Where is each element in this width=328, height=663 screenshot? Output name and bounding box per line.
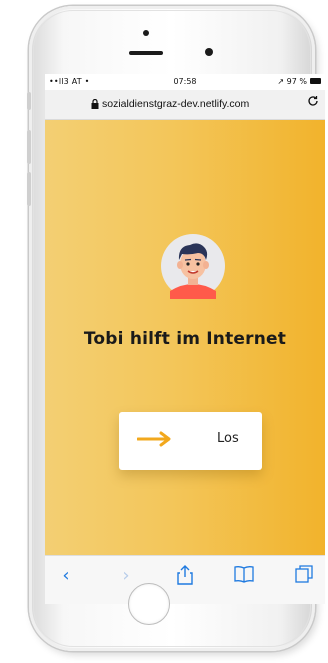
- mute-switch: [27, 92, 31, 110]
- battery-percent: ↗ 97 %: [277, 77, 307, 86]
- tabs-icon[interactable]: [293, 565, 315, 587]
- front-camera: [205, 48, 213, 56]
- forward-icon[interactable]: ›: [115, 565, 137, 587]
- page-title: Tobi hilft im Internet: [83, 329, 287, 349]
- share-icon[interactable]: [174, 565, 196, 587]
- tobi-avatar: [160, 233, 226, 299]
- volume-down-button: [27, 172, 31, 206]
- los-button[interactable]: Los: [119, 412, 262, 470]
- los-button-label: Los: [217, 431, 239, 446]
- back-icon[interactable]: ‹: [55, 565, 77, 587]
- status-bar: ••ll3 AT • 07:58 ↗ 97 %: [45, 74, 325, 90]
- camera-dot: [143, 30, 149, 36]
- volume-up-button: [27, 130, 31, 164]
- battery-icon: [310, 78, 321, 84]
- earpiece-speaker: [129, 51, 163, 55]
- browser-toolbar: ‹ ›: [45, 555, 325, 604]
- reload-icon[interactable]: [307, 95, 319, 111]
- home-button[interactable]: [128, 583, 170, 625]
- page-content: Tobi hilft im Internet Los: [45, 120, 325, 555]
- arrow-right-icon: [136, 429, 173, 449]
- address-bar[interactable]: sozialdienstgraz-dev.netlify.com: [45, 90, 325, 120]
- bookmarks-icon[interactable]: [233, 565, 255, 587]
- lock-icon: [91, 98, 99, 112]
- phone-screen: ••ll3 AT • 07:58 ↗ 97 % sozialdienstgraz…: [45, 74, 325, 604]
- url-text[interactable]: sozialdienstgraz-dev.netlify.com: [102, 98, 249, 110]
